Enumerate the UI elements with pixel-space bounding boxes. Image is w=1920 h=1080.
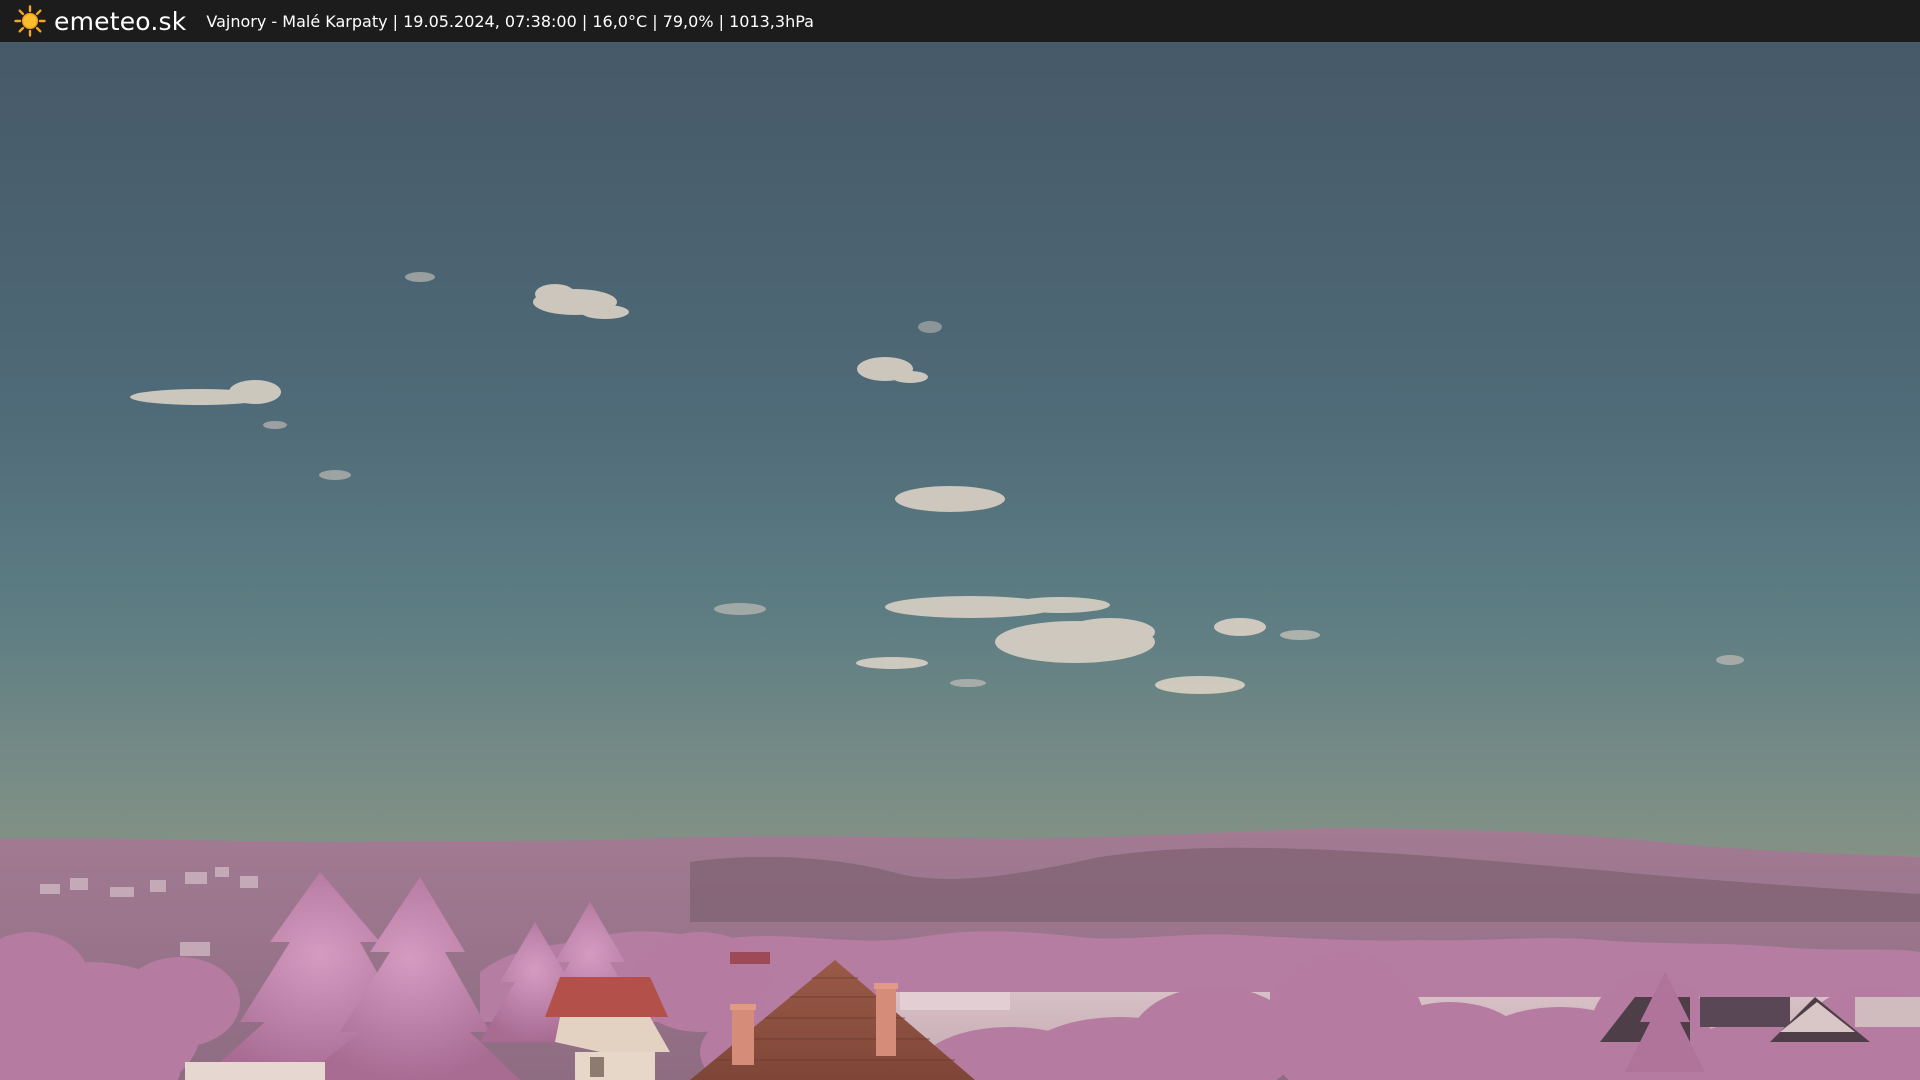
field-strip	[900, 992, 1010, 1010]
webcam-header-bar: emeteo.sk Vajnory - Malé Karpaty | 19.05…	[0, 0, 1920, 42]
sun-icon	[14, 5, 46, 37]
station-info-caption: Vajnory - Malé Karpaty | 19.05.2024, 07:…	[206, 11, 814, 31]
brand-name[interactable]: emeteo.sk	[54, 7, 186, 36]
wall	[185, 1062, 325, 1080]
webcam-view: emeteo.sk Vajnory - Malé Karpaty | 19.05…	[0, 0, 1920, 1080]
distant-red-roof	[730, 952, 770, 964]
camera-image	[0, 42, 1920, 1080]
